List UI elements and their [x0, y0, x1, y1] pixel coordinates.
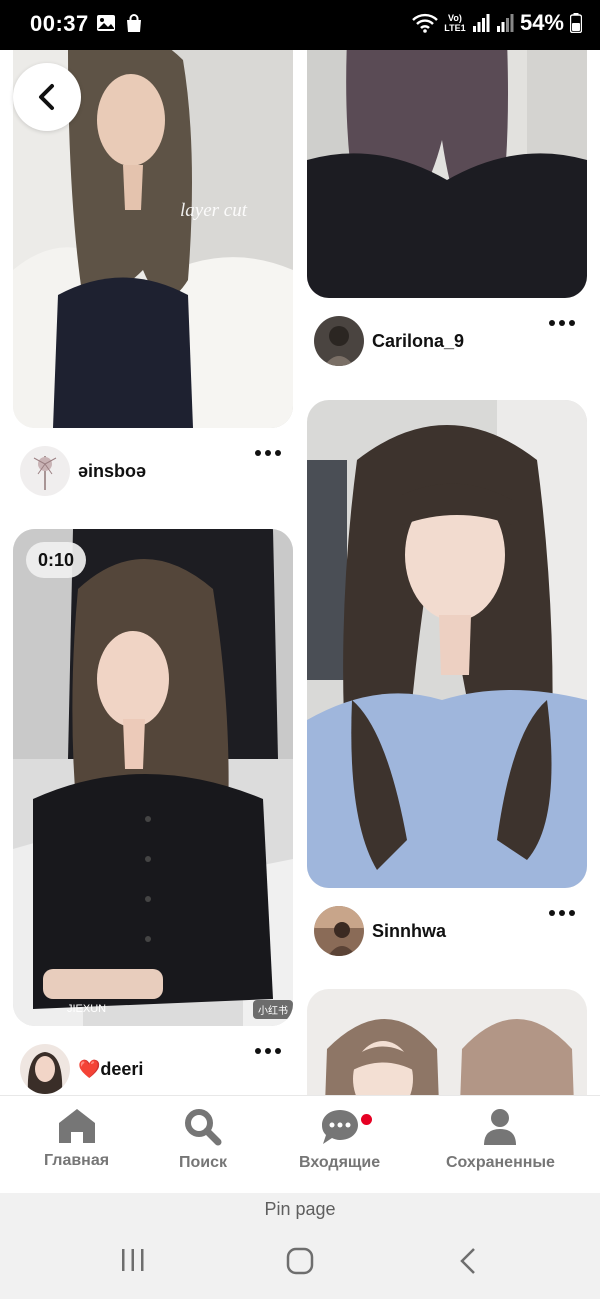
- nav-search-label: Поиск: [179, 1154, 228, 1171]
- pin-author[interactable]: Carilona_9: [314, 316, 464, 366]
- gallery-icon: [97, 15, 115, 31]
- pin-feed[interactable]: layer cut əinsboə Carilona_9 0:10 JIEXUN…: [0, 50, 600, 1095]
- nav-saved-label: Сохраненные: [446, 1154, 555, 1171]
- pin-author[interactable]: əinsboə: [20, 446, 146, 496]
- bag-icon: [127, 14, 141, 32]
- pin-photo: [13, 529, 293, 1026]
- nav-saved[interactable]: Сохраненные: [446, 1108, 555, 1172]
- network-label: Vo) LTE1: [444, 13, 466, 33]
- avatar: [20, 446, 70, 496]
- nav-home-label: Главная: [44, 1152, 110, 1169]
- nav-home[interactable]: Главная: [44, 1108, 109, 1170]
- pin-photo: [307, 989, 587, 1095]
- signal-icon: [496, 14, 514, 32]
- pin-photo: [307, 50, 587, 298]
- back-chevron-icon: [460, 1248, 475, 1274]
- nav-search[interactable]: Поиск: [179, 1108, 227, 1172]
- avatar: [314, 906, 364, 956]
- more-icon-dot: [275, 1048, 281, 1054]
- search-icon: [185, 1109, 222, 1146]
- more-icon-dot: [559, 320, 565, 326]
- back-button[interactable]: [13, 63, 81, 131]
- more-button[interactable]: [255, 446, 281, 460]
- avatar: [20, 1044, 70, 1094]
- profile-icon: [484, 1109, 517, 1145]
- more-button[interactable]: [549, 906, 575, 920]
- pin-author[interactable]: ❤️deeri: [20, 1044, 143, 1094]
- more-icon-dot: [569, 320, 575, 326]
- back-system-button[interactable]: [458, 1247, 478, 1280]
- more-icon-dot: [265, 450, 271, 456]
- status-notification-icons: [96, 14, 144, 34]
- more-icon: [549, 320, 555, 326]
- author-name: əinsboə: [78, 460, 147, 481]
- author-name: ❤️deeri: [78, 1058, 144, 1079]
- more-icon: [255, 1048, 261, 1054]
- author-name: Sinnhwa: [372, 920, 447, 941]
- system-navigation-bar: [0, 1225, 600, 1299]
- home-circle-icon: [286, 1247, 314, 1275]
- more-button[interactable]: [255, 1044, 281, 1058]
- signal-icon: [472, 14, 490, 32]
- pin-watermark: JIEXUN: [67, 1003, 107, 1015]
- nav-inbox-label: Входящие: [299, 1154, 381, 1171]
- recents-icon: [122, 1249, 144, 1271]
- pin-image[interactable]: [307, 989, 587, 1095]
- pin-photo: [307, 400, 587, 888]
- more-button[interactable]: [549, 316, 575, 330]
- home-system-button[interactable]: [286, 1247, 314, 1280]
- more-icon-dot: [559, 910, 565, 916]
- pin-watermark: layer cut: [180, 200, 248, 221]
- pin-author[interactable]: Sinnhwa: [314, 906, 446, 956]
- avatar: [314, 316, 364, 366]
- back-arrow-icon: [39, 84, 54, 110]
- recents-button[interactable]: [120, 1247, 146, 1278]
- page-label: Pin page: [264, 1199, 336, 1219]
- status-bar: 00:37 Vo) LTE1 54%: [0, 0, 600, 50]
- more-icon: [255, 450, 261, 456]
- status-time: 00:37: [30, 11, 89, 36]
- home-icon: [58, 1109, 95, 1143]
- pin-source-badge: 小红书: [253, 1000, 293, 1019]
- pin-image[interactable]: [307, 50, 587, 298]
- more-icon-dot: [265, 1048, 271, 1054]
- chat-icon: [321, 1110, 358, 1144]
- video-duration-badge: 0:10: [26, 542, 87, 578]
- pin-image[interactable]: [307, 400, 587, 888]
- page-label-bar: Pin page: [0, 1193, 600, 1225]
- wifi-icon: [412, 13, 438, 33]
- more-icon-dot: [275, 450, 281, 456]
- bottom-navigation: Главная Поиск Входящие Сохраненные: [0, 1095, 600, 1193]
- pin-image[interactable]: 0:10 JIEXUN 小红书: [13, 529, 293, 1026]
- author-name: Carilona_9: [372, 330, 465, 351]
- more-icon-dot: [569, 910, 575, 916]
- notification-dot: [361, 1114, 372, 1125]
- status-right: Vo) LTE1 54%: [412, 10, 582, 36]
- battery-percent: 54%: [519, 10, 564, 35]
- more-icon: [549, 910, 555, 916]
- battery-icon: [570, 13, 582, 33]
